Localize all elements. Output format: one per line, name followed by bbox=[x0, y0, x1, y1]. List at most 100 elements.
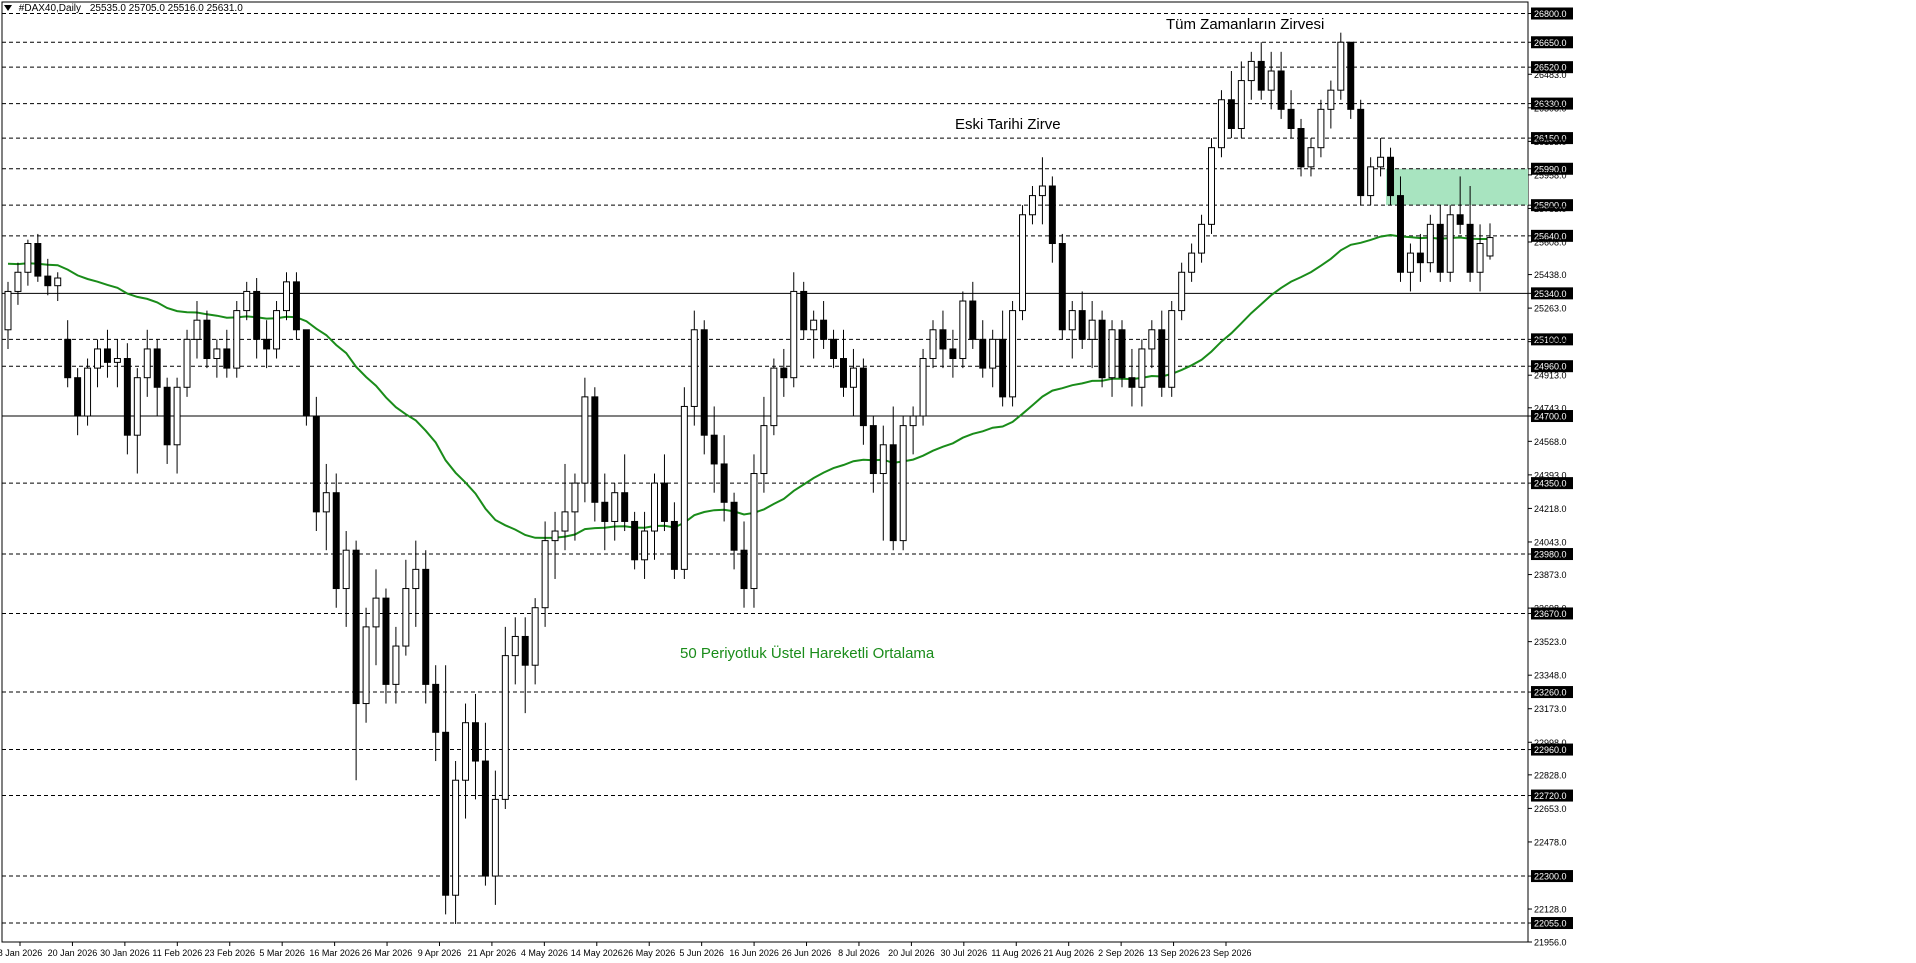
bearish-candle bbox=[382, 597, 390, 685]
bullish-candle bbox=[531, 607, 539, 666]
bearish-candle bbox=[830, 338, 838, 360]
price-tick-label: 22720.0 bbox=[1534, 791, 1567, 801]
old-peak-annotation: Eski Tarihi Zirve bbox=[955, 116, 1061, 133]
price-tick-label: 22653.0 bbox=[1534, 804, 1567, 814]
ema-line-group bbox=[7, 233, 1490, 539]
price-tick-label: 22128.0 bbox=[1534, 905, 1567, 915]
bearish-candle bbox=[312, 415, 320, 513]
price-tick-label: 25438.0 bbox=[1534, 270, 1567, 280]
bullish-candle bbox=[899, 425, 907, 542]
bearish-candle bbox=[352, 549, 360, 705]
bullish-candle bbox=[1217, 99, 1225, 149]
bearish-candle bbox=[1387, 156, 1395, 197]
bullish-candle bbox=[1337, 41, 1345, 91]
price-tick-label: 25783.0 bbox=[1534, 204, 1567, 214]
time-tick-label: 11 Aug 2026 bbox=[991, 948, 1041, 958]
chart-header: #DAX40,Daily 25535.0 25705.0 25516.0 256… bbox=[4, 3, 243, 14]
bearish-candle bbox=[939, 329, 947, 350]
bullish-candle bbox=[342, 549, 350, 590]
bullish-candle bbox=[1406, 252, 1414, 273]
bullish-candle bbox=[1148, 329, 1156, 350]
candlestick-chart[interactable]: 26800.026650.026520.026483.026330.026308… bbox=[0, 0, 1916, 963]
bullish-candle bbox=[372, 597, 380, 628]
bullish-candle bbox=[1028, 195, 1036, 216]
bullish-candle bbox=[1307, 147, 1315, 168]
bullish-candle bbox=[750, 473, 758, 590]
bullish-candle bbox=[989, 338, 997, 369]
bearish-candle bbox=[1118, 329, 1126, 379]
bearish-candle bbox=[949, 348, 957, 360]
price-axis[interactable]: 26800.026650.026520.026483.026330.026308… bbox=[1528, 7, 1573, 948]
bearish-candle bbox=[591, 396, 599, 503]
bullish-candle bbox=[790, 290, 798, 379]
price-tick-label: 26308.0 bbox=[1534, 103, 1567, 113]
bearish-candle bbox=[302, 329, 310, 417]
bearish-candle bbox=[1098, 319, 1106, 379]
bullish-candle bbox=[362, 626, 370, 705]
bullish-candle bbox=[133, 377, 141, 436]
bullish-candle bbox=[511, 635, 519, 657]
bearish-candle bbox=[44, 275, 52, 287]
bullish-candle bbox=[1486, 237, 1494, 257]
time-tick-label: 23 Feb 2026 bbox=[204, 948, 255, 958]
time-tick-label: 9 Apr 2026 bbox=[418, 948, 462, 958]
time-tick-label: 30 Jul 2026 bbox=[941, 948, 988, 958]
bullish-candle bbox=[1068, 310, 1076, 331]
bullish-candle bbox=[1019, 214, 1027, 312]
ath-annotation: Tüm Zamanların Zirvesi bbox=[1166, 16, 1325, 33]
bearish-candle bbox=[442, 731, 450, 896]
bullish-candle bbox=[183, 338, 191, 388]
bearish-candle bbox=[1416, 252, 1424, 264]
bullish-candle bbox=[581, 396, 589, 484]
time-tick-label: 26 May 2026 bbox=[623, 948, 675, 958]
bullish-candle bbox=[1178, 271, 1186, 312]
bullish-candle bbox=[1317, 108, 1325, 149]
price-tick-label: 25340.0 bbox=[1534, 289, 1567, 299]
price-tick-label: 25088.0 bbox=[1534, 337, 1567, 347]
bullish-candle bbox=[412, 568, 420, 590]
time-tick-label: 2 Sep 2026 bbox=[1098, 948, 1144, 958]
time-tick-label: 8 Jul 2026 bbox=[838, 948, 880, 958]
bearish-candle bbox=[1128, 377, 1136, 388]
bullish-candle bbox=[571, 482, 579, 513]
bullish-candle bbox=[760, 425, 768, 475]
time-axis[interactable]: 8 Jan 2026 20 Jan 2026 30 Jan 2026 11 Feb 2… bbox=[0, 942, 1252, 958]
bearish-candle bbox=[263, 338, 271, 350]
bullish-candle bbox=[84, 367, 92, 417]
bearish-candle bbox=[859, 367, 867, 427]
bullish-candle bbox=[651, 482, 658, 532]
time-tick-label: 5 Mar 2026 bbox=[259, 948, 305, 958]
bullish-candle bbox=[1377, 156, 1385, 168]
bullish-candle bbox=[193, 319, 201, 340]
bullish-candle bbox=[113, 358, 121, 363]
time-tick-label: 30 Jan 2026 bbox=[100, 948, 150, 958]
price-tick-label: 26800.0 bbox=[1534, 9, 1567, 19]
time-tick-label: 21 Aug 2026 bbox=[1043, 948, 1094, 958]
resistance-zone-rect bbox=[1386, 168, 1528, 206]
bullish-candle bbox=[243, 290, 251, 312]
price-tick-label: 26650.0 bbox=[1534, 38, 1567, 48]
bullish-candle bbox=[1327, 89, 1335, 110]
bullish-candle bbox=[233, 310, 241, 369]
bearish-candle bbox=[432, 683, 440, 733]
bullish-candle bbox=[94, 348, 102, 369]
bearish-candle bbox=[1058, 243, 1066, 331]
bearish-candle bbox=[1456, 214, 1464, 225]
time-tick-label: 26 Mar 2026 bbox=[362, 948, 413, 958]
bullish-candle bbox=[1267, 70, 1275, 91]
bullish-candle bbox=[909, 415, 917, 427]
bearish-candle bbox=[471, 722, 479, 762]
bearish-candle bbox=[34, 243, 42, 277]
bearish-candle bbox=[1287, 108, 1295, 130]
bearish-candle bbox=[670, 520, 678, 570]
collapse-triangle-icon[interactable] bbox=[4, 5, 12, 12]
bearish-candle bbox=[1257, 60, 1265, 91]
time-tick-label: 21 Apr 2026 bbox=[468, 948, 517, 958]
bullish-candle bbox=[143, 348, 151, 379]
bearish-candle bbox=[1277, 70, 1285, 110]
price-tick-label: 23873.0 bbox=[1534, 570, 1567, 580]
price-tick-label: 23523.0 bbox=[1534, 637, 1567, 647]
bullish-candle bbox=[501, 655, 509, 800]
bearish-candle bbox=[660, 482, 668, 522]
price-tick-label: 22055.0 bbox=[1534, 919, 1567, 929]
